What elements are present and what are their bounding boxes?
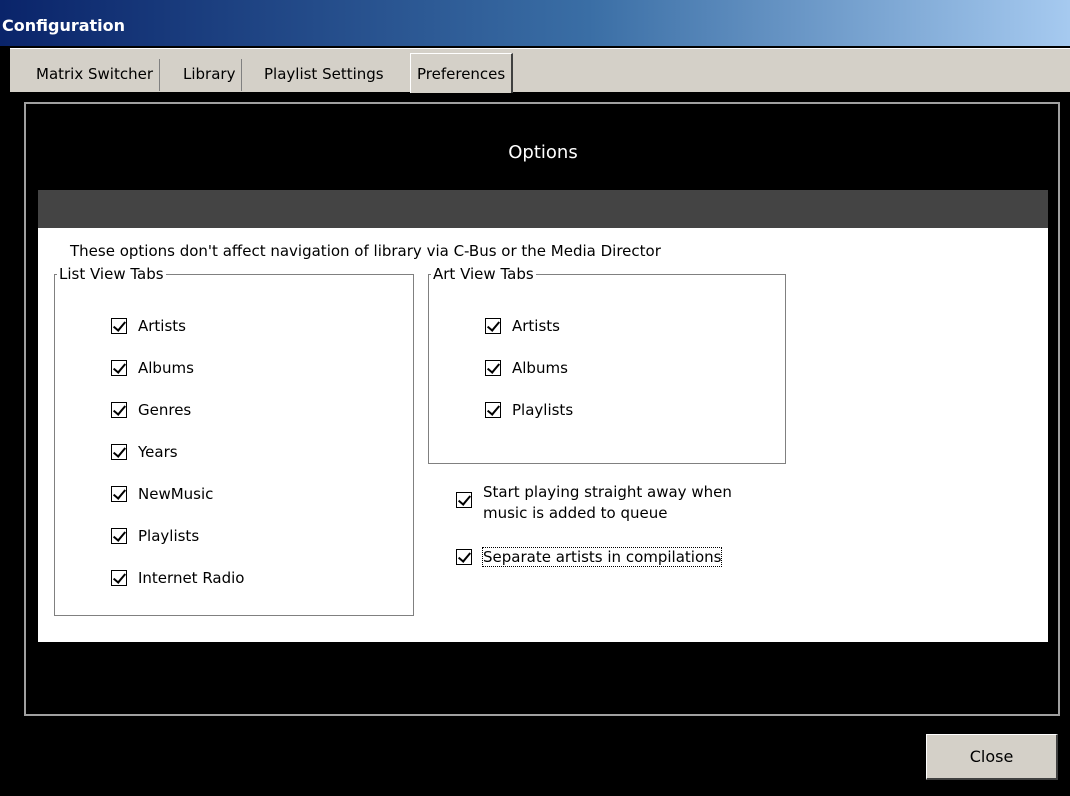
checkbox-icon[interactable] [111, 570, 127, 586]
checkbox-art-artists[interactable]: Artists [485, 315, 560, 337]
checkbox-list-years[interactable]: Years [111, 441, 178, 463]
tab-library[interactable]: Library [177, 59, 243, 91]
tab-matrix-switcher[interactable]: Matrix Switcher [30, 59, 160, 91]
checkbox-icon[interactable] [456, 492, 472, 508]
checkbox-label: Artists [512, 317, 560, 335]
checkbox-label: Playlists [512, 401, 574, 419]
art-view-tabs-group: Art View Tabs Artists Albums Playlists [428, 265, 786, 464]
checkbox-icon[interactable] [111, 360, 127, 376]
checkbox-list-newmusic[interactable]: NewMusic [111, 483, 213, 505]
checkbox-label: NewMusic [138, 485, 214, 503]
checkbox-label: Artists [138, 317, 186, 335]
options-area: These options don't affect navigation of… [38, 228, 1048, 642]
checkbox-icon[interactable] [485, 402, 501, 418]
checkbox-label: Albums [512, 359, 568, 377]
tab-playlist-settings[interactable]: Playlist Settings [258, 59, 390, 91]
checkbox-icon[interactable] [111, 486, 127, 502]
start-playing-line2: music is added to queue [483, 504, 668, 522]
checkbox-start-playing[interactable]: Start playing straight away when music i… [456, 482, 732, 526]
checkbox-label: Start playing straight away when music i… [483, 482, 732, 524]
checkbox-list-genres[interactable]: Genres [111, 399, 191, 421]
checkbox-icon[interactable] [111, 318, 127, 334]
checkbox-icon[interactable] [111, 444, 127, 460]
checkbox-label: Internet Radio [138, 569, 245, 587]
tab-strip: Matrix Switcher Library Playlist Setting… [10, 48, 1070, 93]
checkbox-icon[interactable] [111, 402, 127, 418]
info-text: These options don't affect navigation of… [70, 242, 661, 260]
list-view-tabs-legend: List View Tabs [57, 265, 166, 283]
header-band [38, 190, 1048, 228]
checkbox-icon[interactable] [485, 360, 501, 376]
checkbox-icon[interactable] [111, 528, 127, 544]
art-view-tabs-legend: Art View Tabs [431, 265, 536, 283]
checkbox-icon[interactable] [485, 318, 501, 334]
checkbox-icon[interactable] [456, 549, 472, 565]
checkbox-list-playlists[interactable]: Playlists [111, 525, 199, 547]
checkbox-list-internet-radio[interactable]: Internet Radio [111, 567, 244, 589]
checkbox-label: Genres [138, 401, 192, 419]
checkbox-label: Separate artists in compilations [481, 547, 723, 567]
list-view-tabs-group: List View Tabs Artists Albums Genres Yea… [54, 265, 414, 616]
checkbox-label: Playlists [138, 527, 200, 545]
window-title: Configuration [2, 16, 126, 35]
checkbox-art-playlists[interactable]: Playlists [485, 399, 573, 421]
options-header: Options [38, 108, 1048, 190]
checkbox-label: Albums [138, 359, 194, 377]
tab-preferences[interactable]: Preferences [410, 53, 514, 93]
checkbox-separate-artists[interactable]: Separate artists in compilations [456, 546, 723, 568]
checkbox-art-albums[interactable]: Albums [485, 357, 568, 379]
start-playing-line1: Start playing straight away when [483, 483, 732, 501]
footer-band [38, 642, 1048, 712]
preferences-panel: Options These options don't affect navig… [24, 102, 1060, 716]
close-button[interactable]: Close [926, 734, 1058, 780]
checkbox-list-albums[interactable]: Albums [111, 357, 194, 379]
title-bar: Configuration [0, 0, 1070, 46]
checkbox-list-artists[interactable]: Artists [111, 315, 186, 337]
checkbox-label: Years [138, 443, 178, 461]
